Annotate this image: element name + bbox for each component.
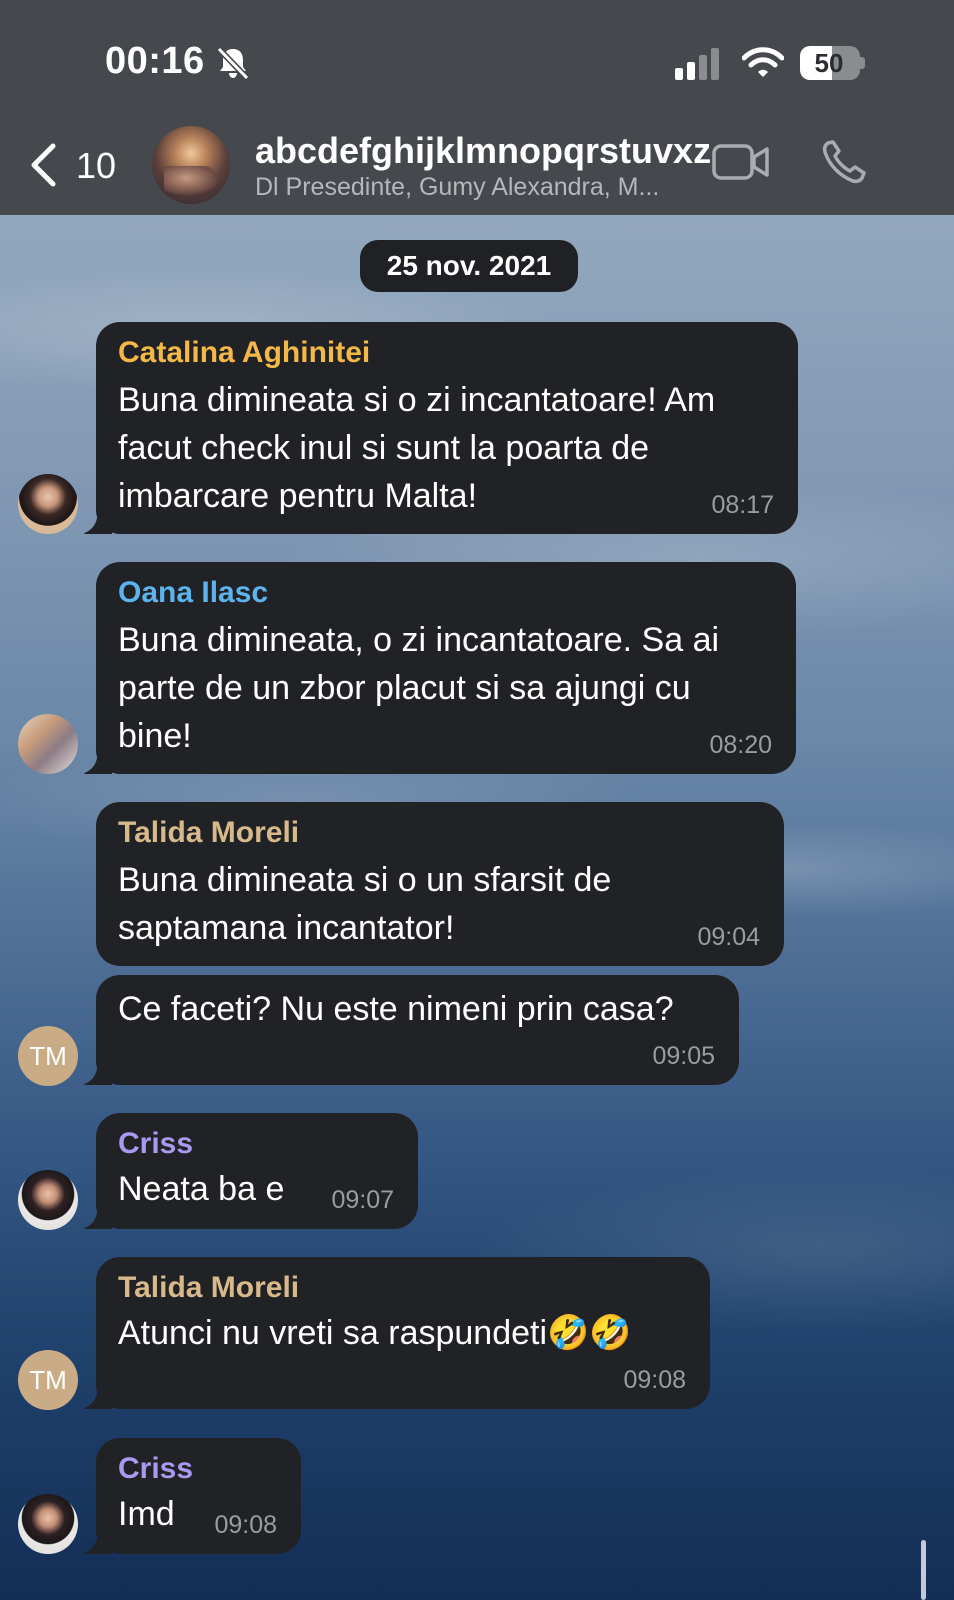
group-avatar[interactable]	[152, 126, 230, 204]
battery-level: 50	[814, 48, 844, 78]
chevron-left-icon[interactable]	[28, 142, 58, 188]
video-call-icon[interactable]	[712, 140, 770, 184]
date-separator: 25 nov. 2021	[360, 240, 578, 292]
message-time: 09:05	[652, 1042, 715, 1070]
message-time: 08:20	[709, 731, 772, 759]
sender-name[interactable]: Criss	[118, 1127, 193, 1161]
message-text: Imd	[118, 1495, 175, 1533]
signal-icon	[675, 48, 719, 80]
message-time: 09:08	[623, 1366, 686, 1394]
message-bubble[interactable]: Talida Moreli Atunci nu vreti sa raspund…	[96, 1257, 710, 1409]
scrollbar[interactable]	[921, 1540, 926, 1600]
message-text: Buna dimineata si o un sfarsit de saptam…	[118, 861, 612, 947]
message-bubble[interactable]: Criss Imd 09:08	[96, 1438, 301, 1554]
message-text: Atunci nu vreti sa raspundeti🤣🤣	[118, 1314, 632, 1352]
sender-name[interactable]: Talida Moreli	[118, 1271, 299, 1305]
sender-name[interactable]: Talida Moreli	[118, 816, 299, 850]
back-unread-count[interactable]: 10	[76, 145, 116, 187]
avatar-initials[interactable]: TM	[18, 1026, 78, 1086]
avatar[interactable]	[18, 474, 78, 534]
avatar-initials[interactable]: TM	[18, 1350, 78, 1410]
avatar[interactable]	[18, 1494, 78, 1554]
avatar[interactable]	[18, 1170, 78, 1230]
chat-header: 00:16 50 10 abcdefghijklmnopqrstuvxz Dl …	[0, 0, 954, 215]
message-bubble[interactable]: Talida Moreli Buna dimineata si o un sfa…	[96, 802, 784, 966]
sender-name[interactable]: Catalina Aghinitei	[118, 336, 370, 370]
battery-icon: 50	[800, 46, 865, 80]
status-time: 00:16	[105, 40, 205, 82]
message-time: 09:07	[331, 1186, 394, 1214]
chat-screen: 00:16 50 10 abcdefghijklmnopqrstuvxz Dl …	[0, 0, 954, 1600]
message-time: 09:04	[697, 923, 760, 951]
message-bubble[interactable]: Criss Neata ba e 09:07	[96, 1113, 418, 1229]
message-bubble[interactable]: Ce faceti? Nu este nimeni prin casa? 09:…	[96, 975, 739, 1085]
message-text: Neata ba e	[118, 1170, 285, 1208]
bell-slash-icon	[216, 46, 250, 81]
chat-title[interactable]: abcdefghijklmnopqrstuvxz	[255, 130, 711, 172]
message-text: Ce faceti? Nu este nimeni prin casa?	[118, 990, 674, 1028]
sender-name[interactable]: Oana Ilasc	[118, 576, 268, 610]
message-text: Buna dimineata, o zi incantatoare. Sa ai…	[118, 621, 720, 755]
message-text: Buna dimineata si o zi incantatoare! Am …	[118, 381, 716, 515]
wifi-icon	[742, 47, 784, 77]
message-time: 08:17	[711, 491, 774, 519]
sender-name[interactable]: Criss	[118, 1452, 193, 1486]
message-time: 09:08	[214, 1511, 277, 1539]
chat-members[interactable]: Dl Presedinte, Gumy Alexandra, M...	[255, 173, 659, 202]
message-bubble[interactable]: Oana Ilasc Buna dimineata, o zi incantat…	[96, 562, 796, 774]
avatar[interactable]	[18, 714, 78, 774]
phone-icon[interactable]	[820, 138, 868, 186]
message-bubble[interactable]: Catalina Aghinitei Buna dimineata si o z…	[96, 322, 798, 534]
